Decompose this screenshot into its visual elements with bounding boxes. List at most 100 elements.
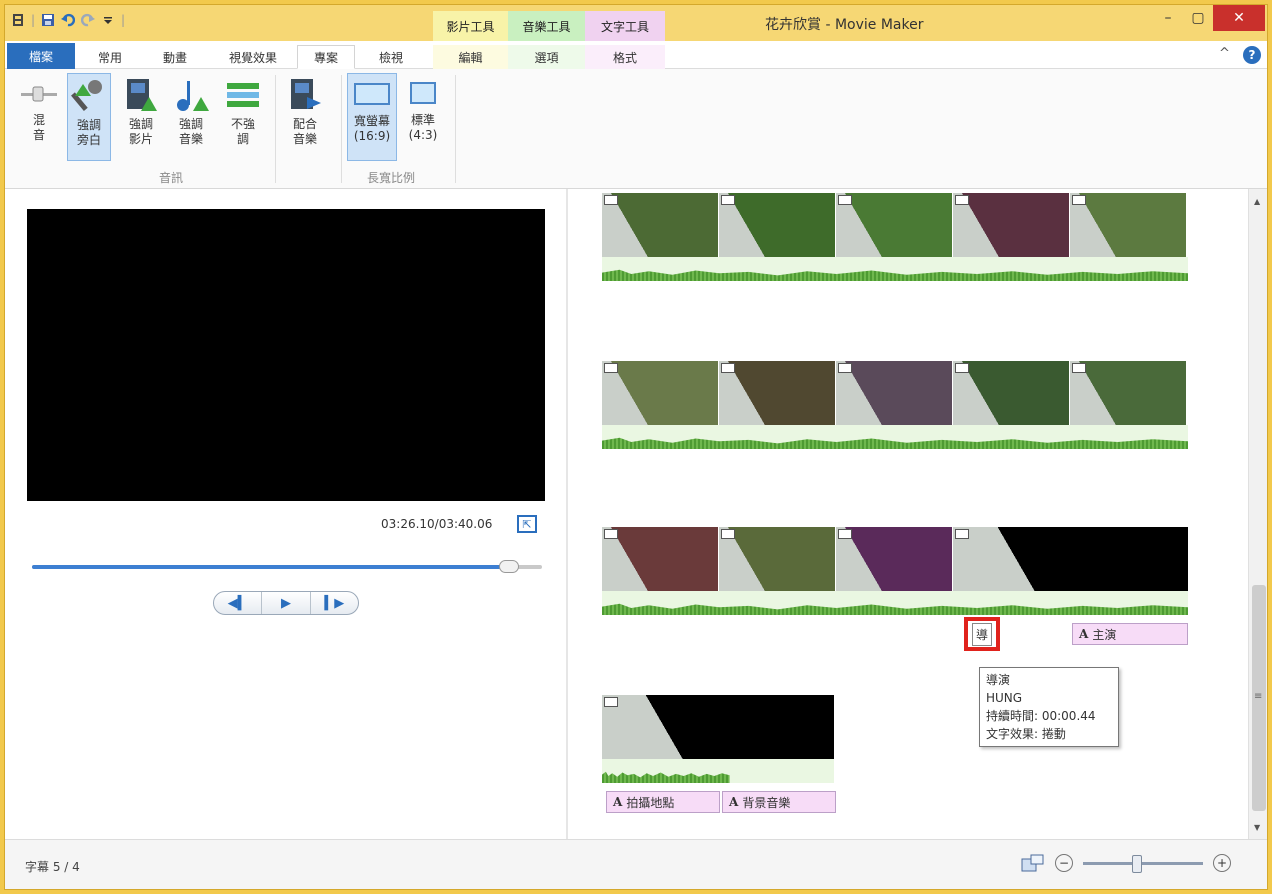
pan-zoom-badge-icon (955, 195, 969, 205)
caption-music[interactable]: A 背景音樂 (722, 791, 836, 813)
tab-format[interactable]: 格式 (585, 45, 665, 69)
scroll-up-icon[interactable]: ▲ (1254, 197, 1260, 206)
pan-zoom-badge-icon (721, 363, 735, 373)
storyboard-row (602, 193, 1188, 285)
clip-thumbnail[interactable] (953, 193, 1069, 257)
tab-animations[interactable]: 動畫 (143, 45, 207, 69)
clip-thumbnail[interactable] (719, 527, 835, 591)
clip-thumbnail[interactable] (602, 361, 718, 425)
tab-options[interactable]: 選項 (508, 45, 585, 69)
transition-overlay (953, 193, 1069, 257)
transition-overlay (1070, 193, 1186, 257)
seek-progress (32, 565, 509, 569)
status-bar: 字幕 5 / 4 − + (5, 839, 1267, 889)
close-button[interactable]: ✕ (1213, 5, 1265, 31)
selected-caption-marker[interactable]: 導 (964, 617, 1000, 651)
thumbnail-size-icon[interactable] (1021, 854, 1045, 872)
window-title: 花卉欣賞 - Movie Maker (765, 17, 924, 33)
transition-overlay (602, 193, 718, 257)
zoom-out-icon[interactable]: − (1055, 854, 1073, 872)
tab-visual-effects[interactable]: 視覺效果 (211, 45, 295, 69)
tab-project[interactable]: 專案 (297, 45, 355, 69)
standard-ratio-button[interactable]: 標準 (4:3) (401, 73, 445, 161)
waveform-shape (602, 269, 1188, 281)
minimize-button[interactable]: – (1153, 5, 1183, 31)
next-frame-icon[interactable]: ▍▶ (311, 592, 358, 614)
pan-zoom-badge-icon (604, 697, 618, 707)
fullscreen-icon[interactable]: ⇱ (517, 515, 537, 533)
waveform-shape (602, 603, 1188, 615)
clip-thumbnail[interactable] (719, 361, 835, 425)
save-icon[interactable] (41, 13, 55, 27)
transition-overlay (953, 361, 1069, 425)
collapse-ribbon-icon[interactable]: ^ (1219, 46, 1230, 61)
play-icon[interactable]: ▶ (262, 592, 311, 614)
zoom-in-icon[interactable]: + (1213, 854, 1231, 872)
ribbon-separator (341, 75, 342, 183)
preview-monitor (27, 209, 545, 501)
ribbon-project: 混 音 強調 旁白 強調 影片 強調 音樂 不強 調 配合 音樂 音訊 寬螢幕 … (5, 69, 1267, 189)
clip-thumbnail[interactable] (719, 193, 835, 257)
transition-overlay (836, 527, 952, 591)
caption-lead-text: 主演 (1092, 627, 1117, 642)
tooltip-line: 文字效果: 捲動 (986, 727, 1066, 741)
tab-edit[interactable]: 編輯 (433, 45, 508, 69)
clip-thumbnail[interactable] (836, 361, 952, 425)
audio-waveform[interactable] (602, 425, 1188, 449)
no-emphasis-button[interactable]: 不強 調 (221, 73, 265, 161)
customize-dropdown-icon[interactable] (101, 13, 115, 27)
context-label-video-tools: 影片工具 (433, 11, 508, 41)
transition-overlay (602, 527, 718, 591)
audio-waveform[interactable] (602, 257, 1188, 281)
clip-thumbnail[interactable] (602, 695, 834, 759)
redo-icon[interactable] (81, 13, 96, 27)
widescreen-button[interactable]: 寬螢幕 (16:9) (347, 73, 397, 161)
audio-waveform[interactable] (602, 759, 834, 783)
pan-zoom-badge-icon (721, 529, 735, 539)
clip-thumbnail[interactable] (953, 361, 1069, 425)
storyboard-scrollbar[interactable]: ▲ ≡ ▼ (1248, 189, 1267, 839)
clip-thumbnail[interactable] (602, 193, 718, 257)
tab-file[interactable]: 檔案 (7, 43, 75, 69)
transition-overlay (1070, 361, 1186, 425)
emphasize-music-button[interactable]: 強調 音樂 (169, 73, 213, 161)
zoom-slider-thumb[interactable] (1132, 854, 1142, 873)
clip-thumbnail[interactable] (1070, 193, 1186, 257)
clip-thumbnail[interactable] (1070, 361, 1186, 425)
transition-overlay (719, 527, 835, 591)
scroll-down-icon[interactable]: ▼ (1254, 823, 1260, 832)
clip-thumbnail[interactable] (836, 193, 952, 257)
zoom-controls: − + (1021, 854, 1231, 873)
storyboard-row (602, 361, 1188, 453)
seek-thumb[interactable] (498, 560, 519, 573)
pan-zoom-badge-icon (721, 195, 735, 205)
playback-controls: ◀▍ ▶ ▍▶ (213, 591, 359, 615)
help-icon[interactable]: ? (1243, 46, 1261, 64)
emphasize-narration-button[interactable]: 強調 旁白 (67, 73, 111, 161)
undo-icon[interactable] (61, 13, 76, 27)
tab-home[interactable]: 常用 (81, 45, 139, 69)
emphasize-video-button[interactable]: 強調 影片 (119, 73, 163, 161)
tab-view[interactable]: 檢視 (359, 45, 423, 69)
caption-lead-actor[interactable]: A 主演 (1072, 623, 1188, 645)
mix-slider-icon (21, 86, 57, 102)
pan-zoom-badge-icon (955, 529, 969, 539)
tooltip-line: 導演 (986, 673, 1011, 687)
clip-thumbnail[interactable] (602, 527, 718, 591)
audio-group-label: 音訊 (159, 171, 184, 185)
mix-button[interactable]: 混 音 (17, 73, 61, 161)
movie-maker-window: | | 影片工具 音樂工具 文字工具 花卉欣賞 - Movie Maker – … (4, 4, 1268, 890)
previous-frame-icon[interactable]: ◀▍ (214, 592, 263, 614)
clip-thumbnail[interactable] (953, 527, 1188, 591)
zoom-slider[interactable] (1083, 854, 1203, 873)
audio-waveform[interactable] (602, 591, 1188, 615)
clip-thumbnail[interactable] (836, 527, 952, 591)
timecode: 03:26.10/03:40.06 (381, 517, 493, 531)
maximize-button[interactable]: ▢ (1183, 5, 1213, 31)
pan-zoom-badge-icon (838, 529, 852, 539)
caption-location[interactable]: A 拍攝地點 (606, 791, 720, 813)
transition-overlay (602, 695, 834, 759)
fit-to-music-button[interactable]: 配合 音樂 (283, 73, 327, 161)
caption-music-text: 背景音樂 (742, 795, 791, 810)
seek-bar[interactable] (32, 560, 542, 573)
